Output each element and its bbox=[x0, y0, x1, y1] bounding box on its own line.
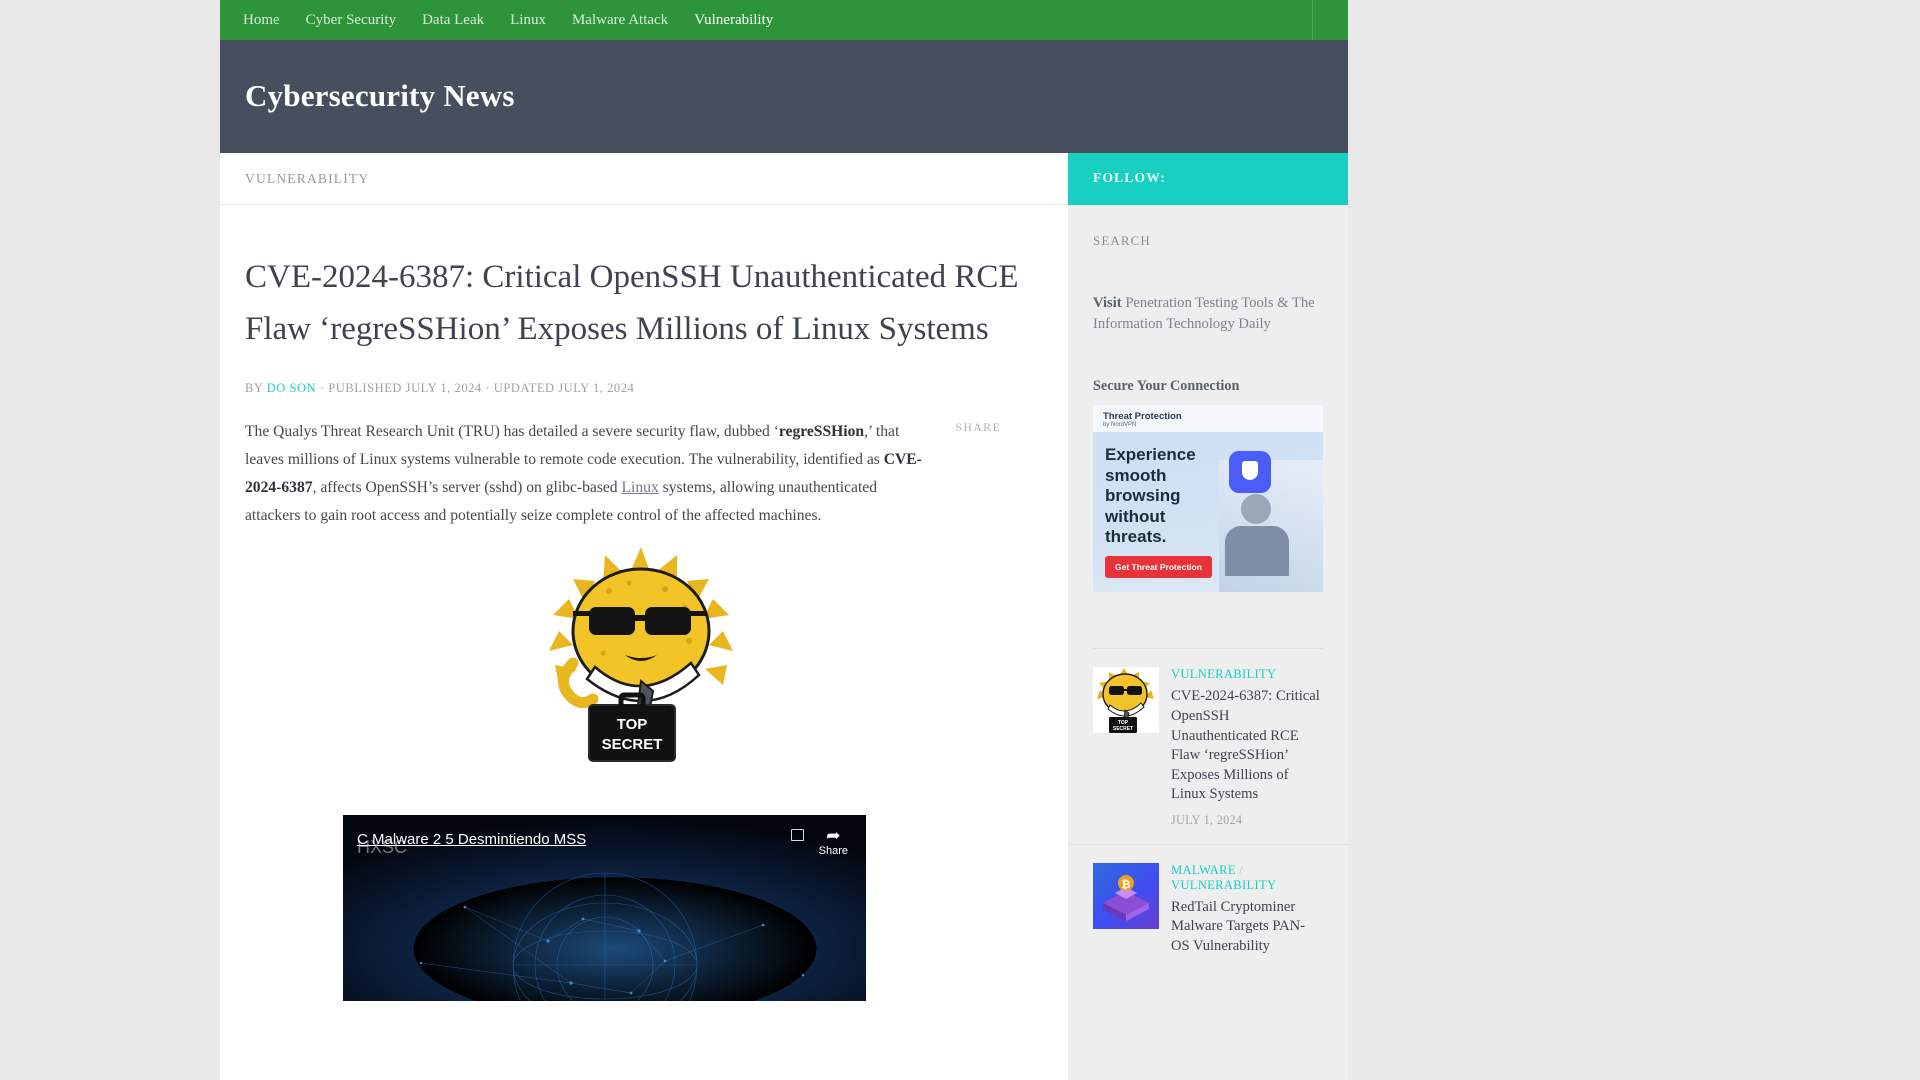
follow-widget-header: FOLLOW: bbox=[1068, 153, 1348, 205]
post-thumbnail[interactable]: TOP SECRET bbox=[1093, 667, 1159, 734]
nav-item-cyber-security[interactable]: Cyber Security bbox=[293, 0, 409, 40]
linux-link[interactable]: Linux bbox=[622, 479, 659, 496]
share-column: SHARE bbox=[926, 418, 1044, 529]
meta-dates: · PUBLISHED JULY 1, 2024 · UPDATED JULY … bbox=[319, 381, 635, 396]
article-paragraph: The Qualys Threat Research Unit (TRU) ha… bbox=[245, 418, 926, 529]
ad-cta-button[interactable]: Get Threat Protection bbox=[1105, 556, 1212, 579]
nav-item-data-leak[interactable]: Data Leak bbox=[409, 0, 497, 40]
video-share-label: Share bbox=[818, 845, 848, 858]
nav-item-vulnerability[interactable]: Vulnerability bbox=[681, 0, 786, 40]
list-item[interactable]: TOP SECRET VULNERABILITY CVE-2024-6387: … bbox=[1068, 649, 1348, 843]
site-title[interactable]: Cybersecurity News bbox=[245, 78, 515, 114]
visit-prefix: Visit bbox=[1093, 295, 1122, 311]
article-meta: BY DO SON · PUBLISHED JULY 1, 2024 · UPD… bbox=[245, 381, 1043, 396]
breadcrumb: VULNERABILITY bbox=[220, 153, 1068, 205]
nav-items: Home Cyber Security Data Leak Linux Malw… bbox=[220, 0, 1348, 40]
post-category[interactable]: MALWARE / VULNERABILITY bbox=[1171, 863, 1323, 893]
visit-widget-text: Visit Penetration Testing Tools & The In… bbox=[1093, 293, 1323, 334]
paragraph-part-1: The Qualys Threat Research Unit (TRU) ha… bbox=[245, 423, 779, 441]
post-date: JULY 1, 2024 bbox=[1171, 812, 1243, 827]
page-root: Home Cyber Security Data Leak Linux Malw… bbox=[0, 0, 1920, 1080]
meta-author-link[interactable]: DO SON bbox=[267, 381, 317, 395]
post-thumbnail[interactable]: ₿ bbox=[1093, 862, 1159, 929]
meta-by-label: BY bbox=[245, 381, 264, 396]
openssh-puffer-mascot-icon: TOP SECRET bbox=[548, 547, 733, 763]
paragraph-part-3: , affects OpenSSH’s server (sshd) on gli… bbox=[312, 478, 622, 496]
search-input[interactable]: SEARCH bbox=[1093, 205, 1323, 249]
post-body: MALWARE / VULNERABILITY RedTail Cryptomi… bbox=[1171, 863, 1323, 957]
sidebar: FOLLOW: SEARCH Visit Penetration Testing… bbox=[1068, 153, 1348, 1080]
nav-item-malware-attack[interactable]: Malware Attack bbox=[559, 0, 681, 40]
main-content-column: VULNERABILITY CVE-2024-6387: Critical Op… bbox=[220, 153, 1068, 1080]
paragraph-bold-regresshion: regreSSHion bbox=[778, 423, 865, 441]
post-title[interactable]: CVE-2024-6387: Critical OpenSSH Unauthen… bbox=[1171, 687, 1323, 804]
nordvpn-ad-banner[interactable]: Threat Protection by NordVPN Experience … bbox=[1093, 405, 1323, 593]
ad-headline: Experience smooth browsing without threa… bbox=[1105, 445, 1196, 546]
post-category[interactable]: VULNERABILITY bbox=[1171, 667, 1323, 682]
post-body: VULNERABILITY CVE-2024-6387: Critical Op… bbox=[1171, 667, 1323, 827]
breadcrumb-category[interactable]: VULNERABILITY bbox=[245, 171, 369, 187]
visit-links[interactable]: Penetration Testing Tools & The Informat… bbox=[1093, 295, 1315, 332]
post-category-separator: / bbox=[1235, 862, 1244, 877]
post-category-secondary[interactable]: VULNERABILITY bbox=[1171, 878, 1276, 892]
list-item[interactable]: ₿ MALWARE / VULNERABILITY RedTail Crypto… bbox=[1068, 843, 1348, 973]
article-title: CVE-2024-6387: Critical OpenSSH Unauthen… bbox=[245, 259, 1019, 348]
ad-brand-logo: Threat Protection by NordVPN bbox=[1103, 411, 1182, 428]
nav-item-linux[interactable]: Linux bbox=[497, 0, 559, 40]
search-widget: SEARCH Visit Penetration Testing Tools &… bbox=[1068, 205, 1348, 395]
cryptominer-laptop-icon: ₿ bbox=[1103, 874, 1149, 921]
article: CVE-2024-6387: Critical OpenSSH Unauthen… bbox=[220, 205, 1068, 1002]
share-arrow-icon: ➦ bbox=[826, 826, 841, 846]
video-embed[interactable]: HXSC C Malware 2 5 Desmintiendo MSS ➦ Sh… bbox=[343, 815, 866, 1002]
post-title[interactable]: RedTail Cryptominer Malware Targets PAN-… bbox=[1171, 898, 1323, 957]
post-category-primary[interactable]: MALWARE bbox=[1171, 863, 1236, 877]
share-button[interactable]: SHARE bbox=[956, 422, 1044, 434]
puffer-thumb-icon: TOP SECRET bbox=[1097, 668, 1154, 734]
ad-brand-sub: by NordVPN bbox=[1103, 422, 1137, 429]
svg-text:₿: ₿ bbox=[1122, 879, 1131, 891]
site-masthead: Cybersecurity News bbox=[220, 40, 1348, 153]
follow-heading: FOLLOW: bbox=[1093, 170, 1166, 185]
nav-item-home[interactable]: Home bbox=[230, 0, 293, 40]
svg-text:TOP: TOP bbox=[616, 716, 647, 733]
video-fullscreen-icon[interactable] bbox=[791, 829, 804, 842]
article-figure: TOP SECRET bbox=[245, 545, 1043, 773]
ad-widget: Threat Protection by NordVPN Experience … bbox=[1068, 405, 1348, 593]
main-navigation: Home Cyber Security Data Leak Linux Malw… bbox=[220, 0, 1348, 40]
video-share-button[interactable]: ➦ Share bbox=[818, 826, 848, 858]
svg-text:SECRET: SECRET bbox=[1113, 726, 1133, 732]
secure-connection-heading: Secure Your Connection bbox=[1093, 378, 1240, 395]
nav-divider bbox=[1312, 0, 1313, 40]
ad-brand-name: Threat Protection bbox=[1103, 411, 1182, 423]
article-body-row: The Qualys Threat Research Unit (TRU) ha… bbox=[245, 418, 1043, 529]
svg-text:SECRET: SECRET bbox=[601, 736, 662, 753]
video-title[interactable]: C Malware 2 5 Desmintiendo MSS bbox=[357, 831, 586, 848]
shield-icon bbox=[1229, 451, 1271, 494]
